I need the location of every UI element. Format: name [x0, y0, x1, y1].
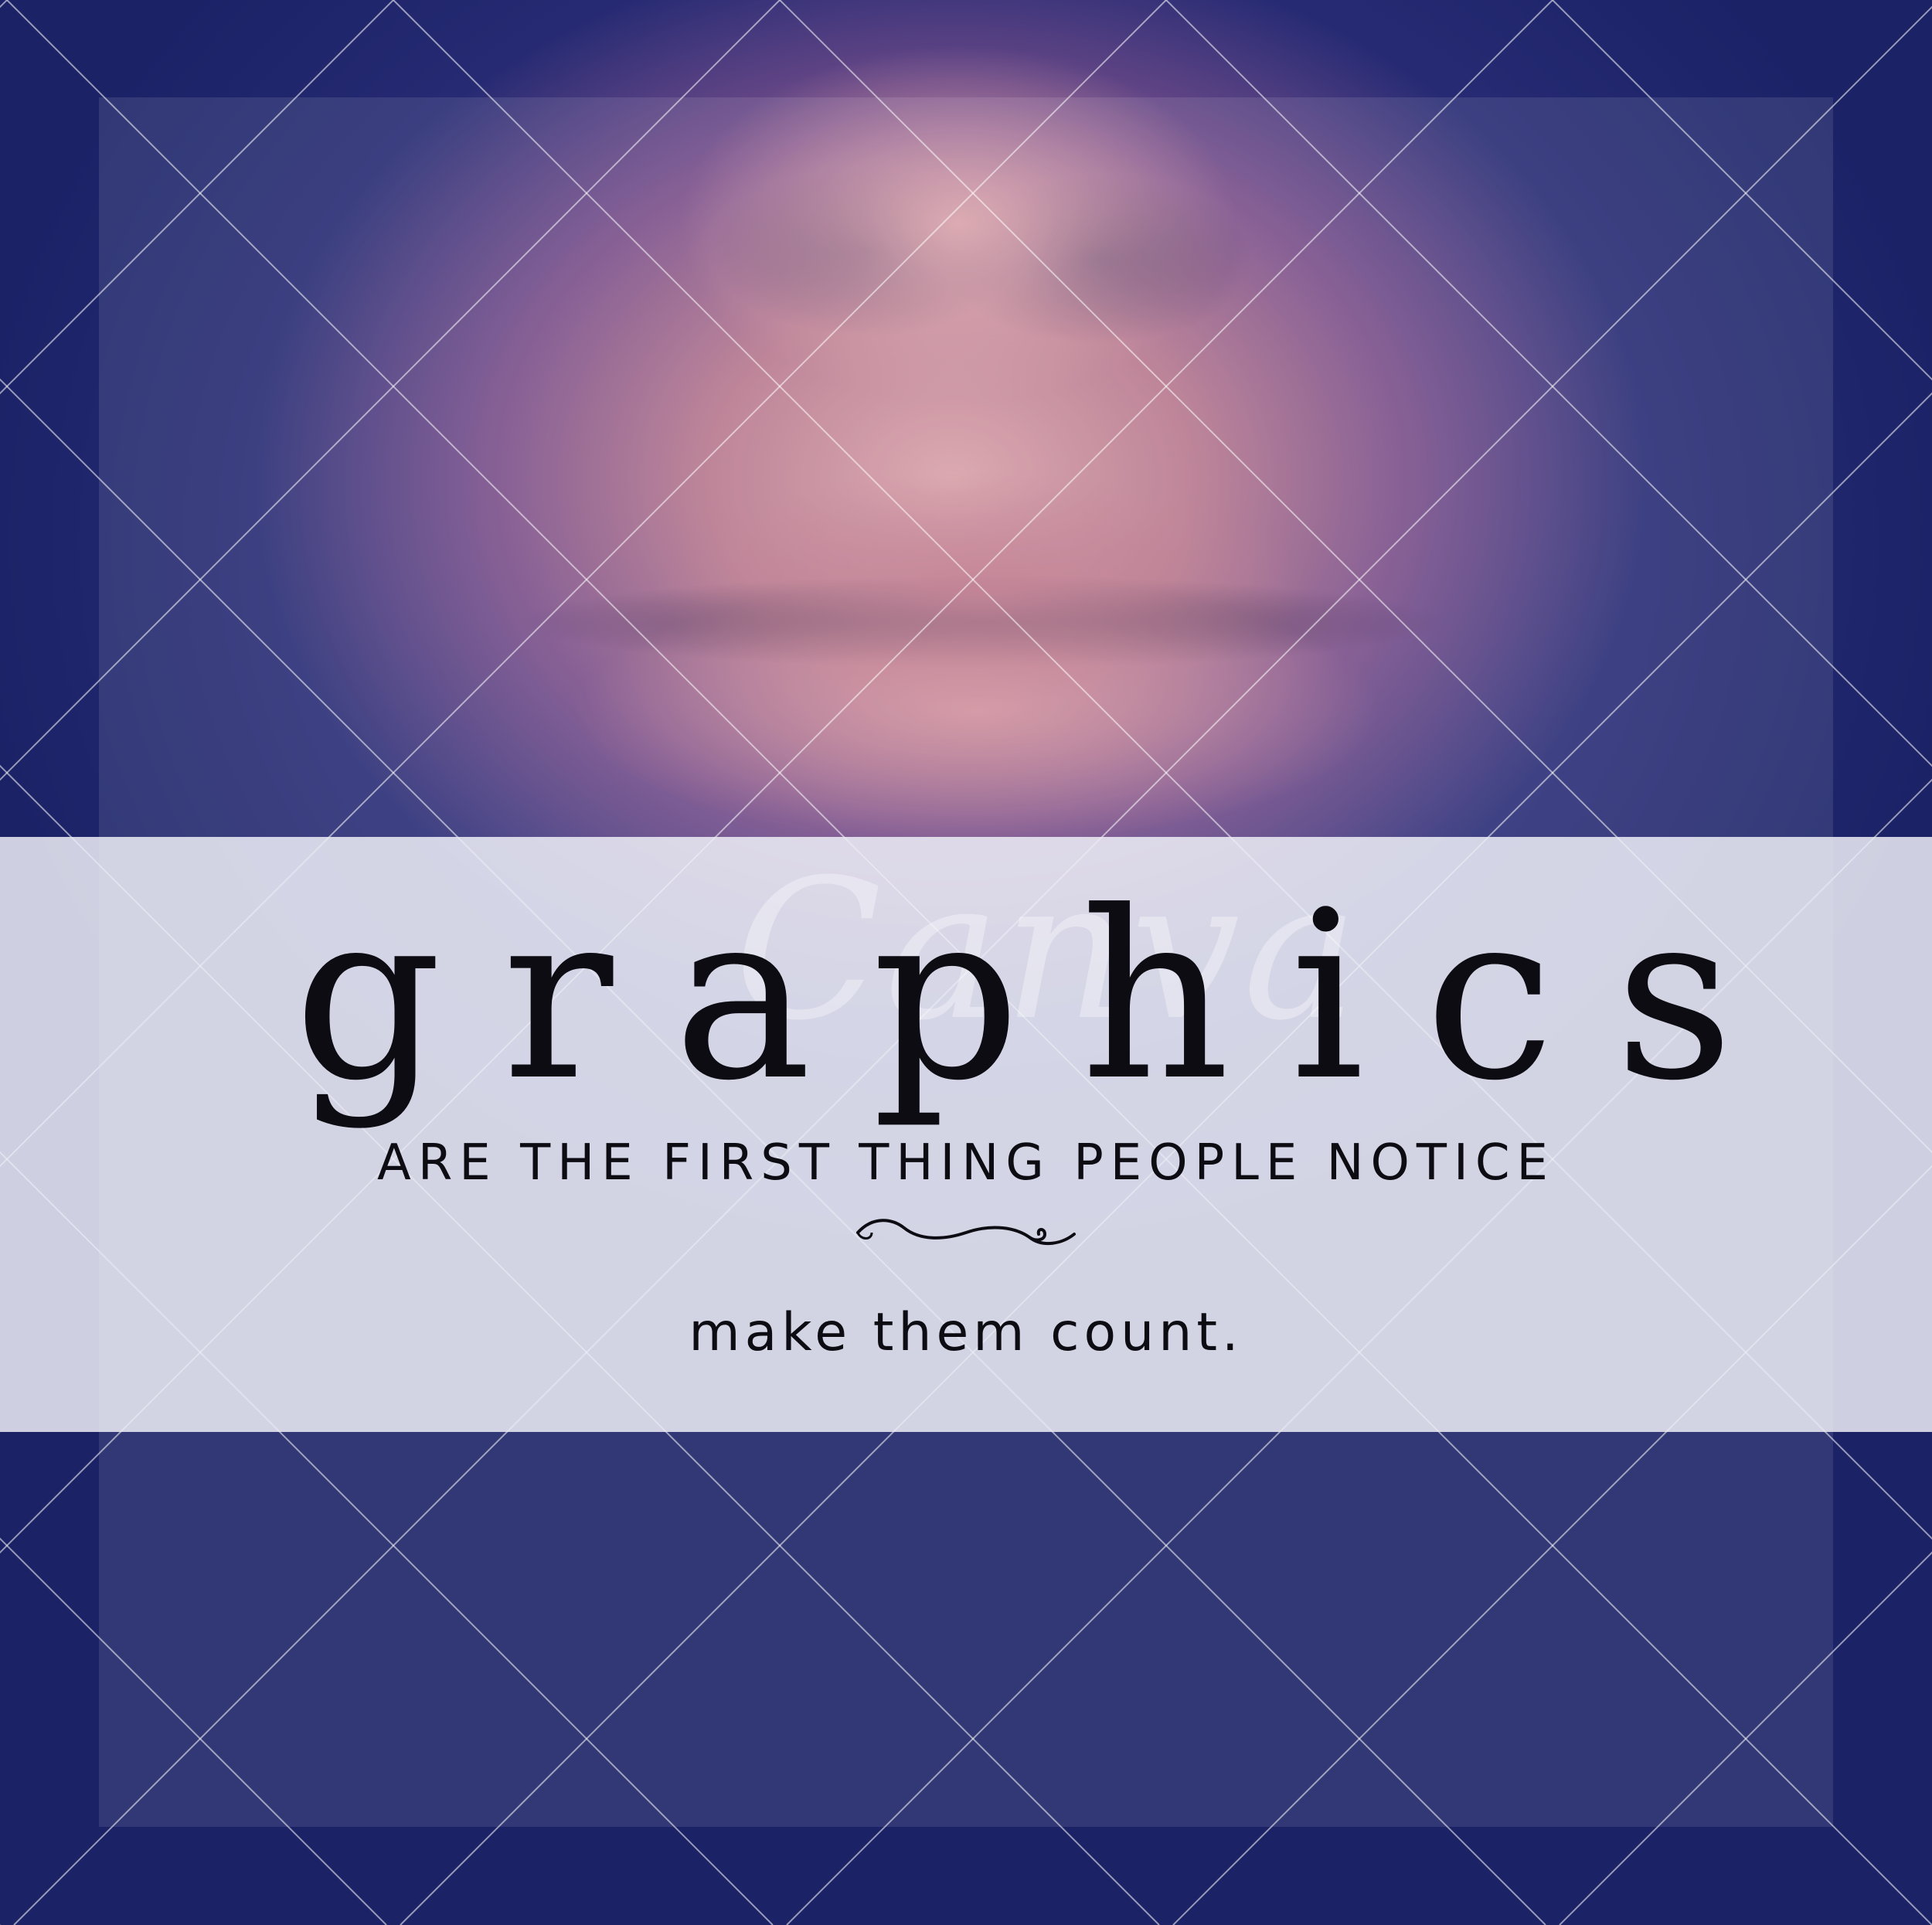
subheadline: ARE THE FIRST THING PEOPLE NOTICE	[377, 1134, 1555, 1192]
tagline: make them count.	[689, 1302, 1243, 1363]
poster: Canva graphics ARE THE FIRST THING PEOPL…	[0, 0, 1932, 1925]
flourish-divider-icon	[856, 1219, 1076, 1246]
headline-graphics: graphics	[294, 862, 1794, 1131]
